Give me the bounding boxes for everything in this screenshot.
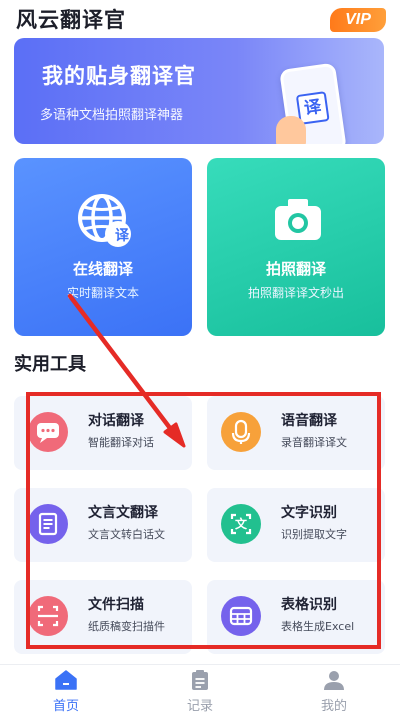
tab-profile[interactable]: 我的	[294, 665, 374, 716]
tool-subtitle: 纸质稿变扫描件	[88, 620, 165, 633]
document-icon	[28, 504, 68, 544]
tool-title: 表格识别	[281, 597, 337, 613]
microphone-icon	[221, 412, 261, 452]
tool-subtitle: 录音翻译译文	[281, 436, 347, 449]
camera-icon	[275, 199, 321, 240]
clipboard-icon	[192, 670, 208, 690]
tool-voice-translate[interactable]: 语音翻译 录音翻译译文	[207, 396, 385, 470]
tool-title: 对话翻译	[88, 413, 144, 429]
tab-profile-label: 我的	[320, 699, 347, 714]
hand-illustration-icon	[276, 116, 306, 144]
banner-subtitle: 多语种文档拍照翻译神器	[40, 108, 184, 123]
text-scan-char: 文	[234, 517, 247, 531]
text-scan-icon: 文	[221, 504, 261, 544]
tool-subtitle: 智能翻译对话	[88, 436, 154, 449]
chat-bubble-icon	[28, 412, 68, 452]
banner-title: 我的贴身翻译官	[42, 64, 196, 88]
tab-home-label: 首页	[52, 699, 79, 714]
tool-subtitle: 表格生成Excel	[281, 620, 355, 633]
tab-home[interactable]: 首页	[26, 665, 106, 716]
promo-banner[interactable]: 我的贴身翻译官 多语种文档拍照翻译神器 译	[14, 38, 384, 144]
tool-subtitle: 文言文转白话文	[88, 528, 165, 541]
online-translate-subtitle: 实时翻译文本	[66, 286, 139, 300]
tool-title: 文字识别	[281, 505, 337, 521]
tool-text-recognition[interactable]: 文 文字识别 识别提取文字	[207, 488, 385, 562]
bottom-tab-bar: 首页 记录 我的	[0, 664, 400, 716]
online-translate-title: 在线翻译	[72, 260, 133, 278]
scan-icon	[28, 596, 68, 636]
tool-file-scan[interactable]: 文件扫描 纸质稿变扫描件	[14, 580, 192, 654]
user-icon	[324, 671, 344, 690]
table-icon	[221, 596, 261, 636]
tool-classical-translate[interactable]: 文言文翻译 文言文转白话文	[14, 488, 192, 562]
online-translate-card[interactable]: 译 在线翻译 实时翻译文本	[14, 158, 192, 336]
tab-records[interactable]: 记录	[160, 665, 240, 716]
tool-dialogue-translate[interactable]: 对话翻译 智能翻译对话	[14, 396, 192, 470]
vip-badge[interactable]: VIP	[330, 8, 386, 32]
tool-table-recognition[interactable]: 表格识别 表格生成Excel	[207, 580, 385, 654]
photo-translate-card[interactable]: 拍照翻译 拍照翻译译文秒出	[207, 158, 385, 336]
tool-subtitle: 识别提取文字	[281, 528, 347, 541]
tools-section-title: 实用工具	[14, 354, 86, 375]
tool-title: 文件扫描	[88, 597, 144, 613]
tool-title: 文言文翻译	[88, 505, 158, 521]
home-icon	[55, 670, 77, 690]
photo-translate-subtitle: 拍照翻译译文秒出	[247, 286, 344, 300]
app-title: 风云翻译官	[16, 8, 126, 32]
tool-title: 语音翻译	[281, 413, 337, 429]
tab-records-label: 记录	[186, 699, 213, 714]
photo-translate-title: 拍照翻译	[265, 260, 326, 278]
app-header: 风云翻译官 VIP	[0, 0, 400, 36]
globe-badge-char: 译	[115, 228, 129, 244]
